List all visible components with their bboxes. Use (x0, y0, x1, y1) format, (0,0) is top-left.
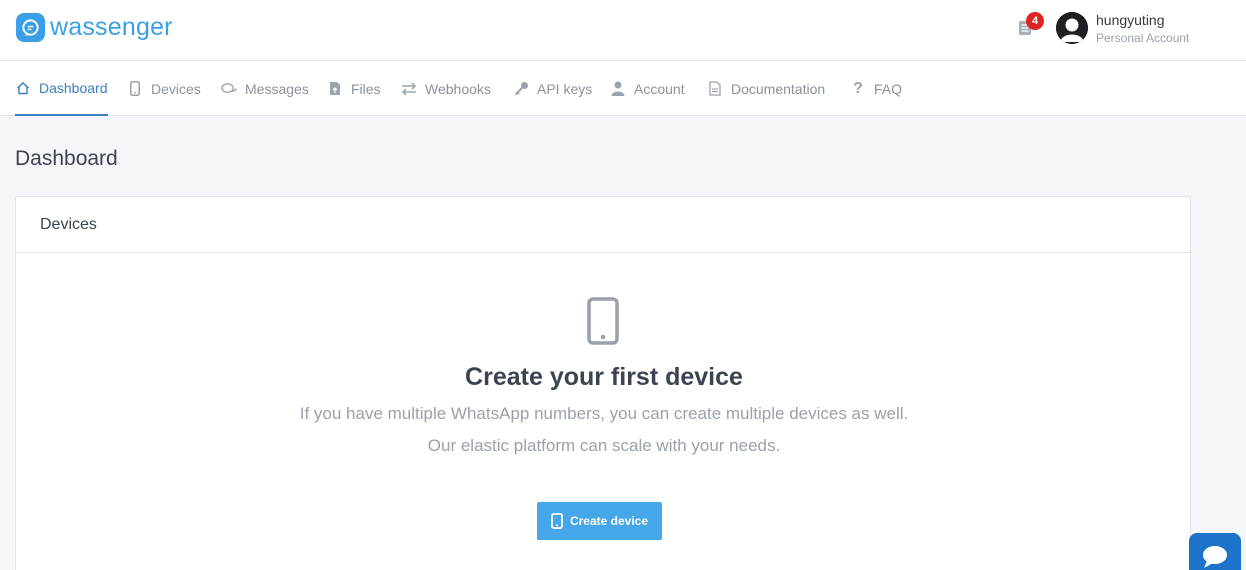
nav-item-webhooks[interactable]: Webhooks (401, 61, 491, 116)
nav-label: Webhooks (425, 80, 491, 97)
user-name[interactable]: hungyuting (1096, 12, 1165, 28)
nav-label: Documentation (731, 80, 826, 97)
chat-bubble-icon (1201, 545, 1229, 570)
comments-icon (221, 81, 237, 97)
empty-title: Create your first device (465, 363, 743, 391)
home-icon (15, 80, 31, 96)
empty-description-line1: If you have multiple WhatsApp numbers, y… (299, 404, 909, 423)
create-device-button[interactable]: Create device (537, 502, 662, 540)
nav-item-dashboard[interactable]: Dashboard (15, 61, 108, 116)
nav-item-account[interactable]: Account (610, 61, 685, 116)
card-title: Devices (16, 197, 1190, 253)
main-nav: Dashboard Devices Messages Files Webhook… (0, 61, 1246, 116)
nav-item-devices[interactable]: Devices (127, 61, 201, 116)
nav-item-messages[interactable]: Messages (221, 61, 309, 116)
empty-description-line2: Our elastic platform can scale with your… (427, 436, 781, 455)
exchange-icon (401, 81, 417, 97)
document-icon (707, 81, 723, 97)
avatar[interactable] (1056, 12, 1088, 44)
logo-chat-icon (16, 13, 45, 42)
nav-label: Account (634, 80, 685, 97)
nav-item-api-keys[interactable]: API keys (513, 61, 592, 116)
nav-item-documentation[interactable]: Documentation (707, 61, 825, 116)
devices-card: Devices Create your first device If you … (15, 196, 1191, 570)
nav-label: API keys (537, 80, 593, 97)
brand-name: wassenger (50, 13, 173, 41)
user-icon (610, 81, 626, 97)
top-bar: wassenger 4 hungyuting Personal Account (0, 0, 1246, 61)
file-upload-icon (327, 81, 343, 97)
nav-label: FAQ (874, 80, 903, 97)
chat-widget-button[interactable] (1189, 533, 1241, 570)
page-title: Dashboard (15, 147, 118, 170)
question-icon: ? (853, 79, 863, 97)
mobile-icon (551, 513, 563, 529)
brand-logo[interactable]: wassenger (16, 13, 173, 42)
mobile-icon (127, 81, 143, 97)
nav-label: Dashboard (39, 79, 108, 96)
key-icon (513, 81, 529, 97)
nav-item-faq[interactable]: ? FAQ (850, 61, 902, 116)
create-device-label: Create device (569, 514, 649, 528)
nav-label: Files (351, 80, 381, 97)
nav-label: Devices (151, 80, 201, 97)
mobile-icon (587, 297, 619, 345)
account-type: Personal Account (1096, 31, 1190, 45)
notification-badge[interactable]: 4 (1026, 12, 1044, 30)
nav-item-files[interactable]: Files (327, 61, 381, 116)
nav-label: Messages (245, 80, 309, 97)
